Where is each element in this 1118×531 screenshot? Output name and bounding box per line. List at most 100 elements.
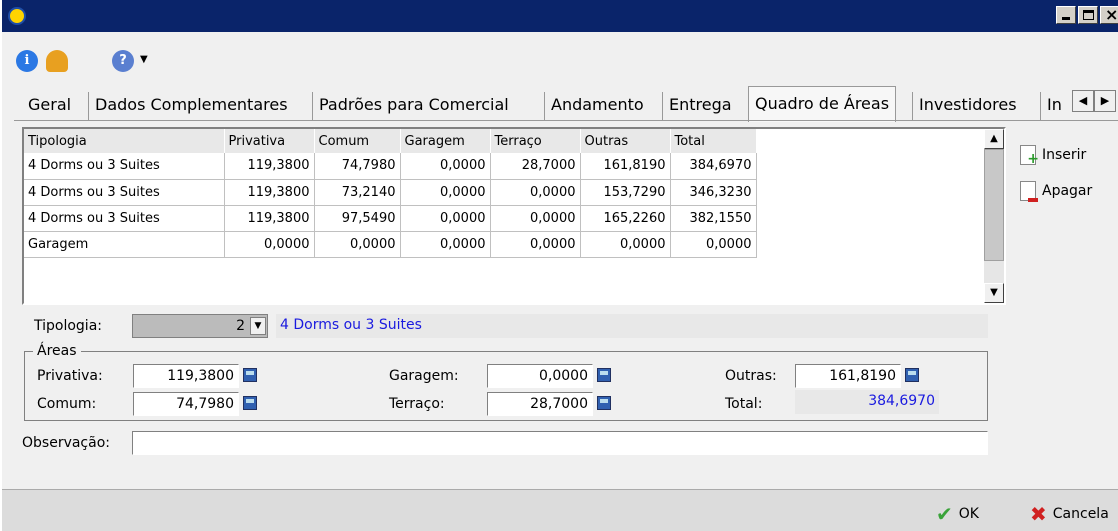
close-button[interactable]: × [1100, 5, 1118, 24]
user-icon[interactable] [46, 50, 68, 72]
cell-total[interactable]: 346,3230 [670, 179, 757, 206]
footer-bar: ✔ OK ✖ Cancela [2, 489, 1118, 531]
insert-button[interactable]: + Inserir [1020, 143, 1086, 167]
cell-garagem[interactable]: 0,0000 [400, 153, 491, 180]
help-dropdown-arrow-icon[interactable]: ▼ [140, 54, 148, 65]
cancel-button[interactable]: ✖ Cancela [1030, 502, 1109, 526]
toolbar: i ? ▼ [2, 32, 1118, 82]
calculator-icon[interactable] [243, 368, 257, 382]
tab-padroes-comercial[interactable]: Padrões para Comercial [312, 92, 515, 120]
tab-in[interactable]: In [1040, 92, 1068, 120]
cell-total[interactable]: 384,6970 [670, 153, 757, 180]
observacao-input[interactable] [132, 431, 988, 455]
tab-investidores[interactable]: Investidores [912, 92, 1023, 120]
info-icon[interactable]: i [16, 50, 38, 72]
tab-quadro-areas[interactable]: Quadro de Áreas [748, 86, 897, 122]
cell-tipologia[interactable]: 4 Dorms ou 3 Suites [24, 153, 225, 180]
cell-privativa[interactable]: 119,3800 [224, 205, 315, 232]
cell-outras[interactable]: 0,0000 [580, 231, 671, 258]
scroll-up-icon[interactable]: ▲ [984, 129, 1004, 149]
table-row[interactable]: 4 Dorms ou 3 Suites 119,3800 97,5490 0,0… [24, 205, 757, 232]
cell-tipologia[interactable]: 4 Dorms ou 3 Suites [24, 179, 225, 206]
cell-garagem[interactable]: 0,0000 [400, 231, 491, 258]
tab-panel: Tipologia Privativa Comum Garagem Terraç… [14, 120, 1118, 470]
cell-comum[interactable]: 0,0000 [314, 231, 401, 258]
cell-total[interactable]: 0,0000 [670, 231, 757, 258]
chevron-down-icon[interactable]: ▼ [250, 317, 266, 335]
cell-privativa[interactable]: 119,3800 [224, 179, 315, 206]
cancel-label: Cancela [1052, 506, 1109, 522]
cell-terraco[interactable]: 0,0000 [490, 179, 581, 206]
column-header[interactable]: Terraço [490, 129, 581, 153]
table-row[interactable]: Garagem 0,0000 0,0000 0,0000 0,0000 0,00… [24, 231, 757, 258]
terraco-field[interactable]: 28,7000 [487, 392, 593, 416]
tab-andamento[interactable]: Andamento [544, 92, 650, 120]
grid-header-row: Tipologia Privativa Comum Garagem Terraç… [24, 129, 757, 153]
table-row[interactable]: 4 Dorms ou 3 Suites 119,3800 73,2140 0,0… [24, 179, 757, 206]
minimize-button[interactable] [1056, 6, 1076, 24]
ok-label: OK [958, 506, 979, 522]
cell-terraco[interactable]: 0,0000 [490, 205, 581, 232]
total-label: Total: [725, 396, 763, 412]
calculator-icon[interactable] [597, 396, 611, 410]
tab-geral[interactable]: Geral [22, 92, 77, 120]
insert-icon: + [1020, 145, 1039, 167]
column-header[interactable]: Tipologia [24, 129, 225, 153]
column-header[interactable]: Comum [314, 129, 401, 153]
cell-garagem[interactable]: 0,0000 [400, 205, 491, 232]
cell-terraco[interactable]: 28,7000 [490, 153, 581, 180]
cell-comum[interactable]: 74,7980 [314, 153, 401, 180]
help-icon[interactable]: ? [112, 50, 134, 72]
delete-button[interactable]: Apagar [1020, 179, 1092, 203]
ok-button[interactable]: ✔ OK [936, 502, 979, 526]
cell-garagem[interactable]: 0,0000 [400, 179, 491, 206]
tab-scroll-right-icon[interactable]: ▶ [1094, 90, 1116, 112]
title-bar: × [2, 0, 1118, 32]
comum-field[interactable]: 74,7980 [133, 392, 239, 416]
table-row[interactable]: 4 Dorms ou 3 Suites 119,3800 74,7980 0,0… [24, 153, 757, 180]
checkmark-icon: ✔ [936, 502, 953, 526]
terraco-label: Terraço: [389, 396, 445, 412]
tipologia-label: Tipologia: [34, 318, 102, 334]
cell-tipologia[interactable]: Garagem [24, 231, 225, 258]
calculator-icon[interactable] [243, 396, 257, 410]
tab-dados-complementares[interactable]: Dados Complementares [88, 92, 294, 120]
privativa-field[interactable]: 119,3800 [133, 364, 239, 388]
cancel-icon: ✖ [1030, 502, 1047, 526]
minimize-icon [1062, 17, 1070, 20]
cell-outras[interactable]: 161,8190 [580, 153, 671, 180]
scroll-down-icon[interactable]: ▼ [984, 283, 1004, 303]
column-header[interactable]: Garagem [400, 129, 491, 153]
cell-terraco[interactable]: 0,0000 [490, 231, 581, 258]
calculator-icon[interactable] [597, 368, 611, 382]
areas-group: Áreas Privativa: 119,3800 Comum: 74,7980… [24, 343, 988, 421]
cell-comum[interactable]: 73,2140 [314, 179, 401, 206]
cell-outras[interactable]: 153,7290 [580, 179, 671, 206]
scroll-thumb[interactable] [984, 149, 1004, 261]
garagem-label: Garagem: [389, 368, 459, 384]
column-header[interactable]: Total [670, 129, 757, 153]
areas-grid: Tipologia Privativa Comum Garagem Terraç… [22, 127, 1006, 305]
column-header[interactable]: Privativa [224, 129, 315, 153]
observacao-label: Observação: [22, 435, 110, 451]
cell-privativa[interactable]: 119,3800 [224, 153, 315, 180]
garagem-field[interactable]: 0,0000 [487, 364, 593, 388]
tipologia-select[interactable]: 2 ▼ [132, 314, 268, 338]
cell-comum[interactable]: 97,5490 [314, 205, 401, 232]
column-header[interactable]: Outras [580, 129, 671, 153]
grid-vertical-scrollbar[interactable]: ▲ ▼ [984, 129, 1004, 303]
tab-scroll-arrows: ◀ ▶ [1072, 90, 1116, 112]
areas-table: Tipologia Privativa Comum Garagem Terraç… [24, 129, 757, 258]
cell-privativa[interactable]: 0,0000 [224, 231, 315, 258]
maximize-button[interactable] [1078, 6, 1098, 24]
outras-field[interactable]: 161,8190 [795, 364, 901, 388]
cell-total[interactable]: 382,1550 [670, 205, 757, 232]
cell-tipologia[interactable]: 4 Dorms ou 3 Suites [24, 205, 225, 232]
tab-strip: Geral Dados Complementares Padrões para … [22, 86, 1118, 122]
calculator-icon[interactable] [905, 368, 919, 382]
tab-scroll-left-icon[interactable]: ◀ [1072, 90, 1094, 112]
tipologia-description: 4 Dorms ou 3 Suites [276, 314, 988, 338]
tipologia-value: 2 [236, 318, 245, 334]
cell-outras[interactable]: 165,2260 [580, 205, 671, 232]
tab-entrega[interactable]: Entrega [662, 92, 738, 120]
